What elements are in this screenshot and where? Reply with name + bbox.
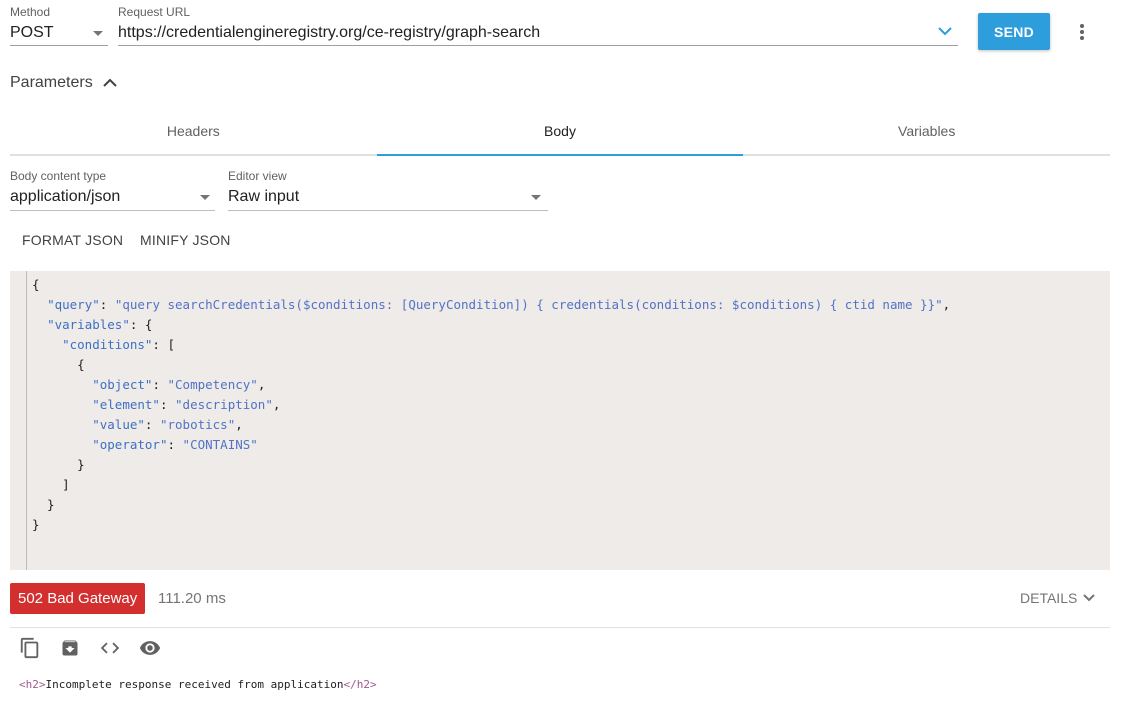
response-timing: 111.20 ms bbox=[158, 590, 226, 607]
dropdown-arrow-icon bbox=[93, 31, 103, 36]
json-code: { "query": "query searchCredentials($con… bbox=[32, 277, 951, 532]
method-value: POST bbox=[10, 24, 54, 41]
eye-icon[interactable] bbox=[138, 636, 162, 660]
tab-headers[interactable]: Headers bbox=[10, 108, 377, 154]
editor-gutter bbox=[26, 271, 27, 570]
details-button[interactable]: DETAILS bbox=[1020, 590, 1096, 606]
content-type-label: Body content type bbox=[10, 169, 107, 183]
tab-variables[interactable]: Variables bbox=[743, 108, 1110, 154]
response-body: <h2>Incomplete response received from ap… bbox=[19, 678, 377, 691]
content-type-select[interactable]: application/json bbox=[10, 183, 215, 211]
minify-json-button[interactable]: MINIFY JSON bbox=[140, 232, 231, 248]
send-button[interactable]: SEND bbox=[978, 13, 1050, 50]
dropdown-arrow-icon bbox=[200, 195, 210, 200]
more-options-button[interactable] bbox=[1068, 18, 1096, 46]
method-select[interactable]: POST bbox=[10, 20, 108, 46]
editor-view-select[interactable]: Raw input bbox=[228, 183, 548, 211]
code-icon[interactable] bbox=[98, 636, 122, 660]
url-value: https://credentialengineregistry.org/ce-… bbox=[118, 24, 541, 41]
parameters-toggle[interactable]: Parameters bbox=[10, 72, 117, 94]
url-input[interactable]: https://credentialengineregistry.org/ce-… bbox=[118, 20, 958, 46]
save-icon[interactable] bbox=[58, 636, 82, 660]
parameters-label: Parameters bbox=[10, 74, 93, 91]
tab-body[interactable]: Body bbox=[376, 108, 744, 156]
method-label: Method bbox=[10, 5, 51, 19]
editor-view-value: Raw input bbox=[228, 188, 300, 205]
content-type-value: application/json bbox=[10, 188, 121, 205]
parameters-tabs: Headers Body Variables bbox=[10, 108, 1110, 156]
format-json-button[interactable]: FORMAT JSON bbox=[22, 232, 123, 248]
response-divider bbox=[10, 627, 1110, 628]
body-editor[interactable]: { "query": "query searchCredentials($con… bbox=[10, 271, 1110, 570]
dropdown-arrow-icon bbox=[531, 195, 541, 200]
more-vert-icon bbox=[1080, 24, 1084, 40]
url-label: Request URL bbox=[118, 5, 191, 19]
editor-view-label: Editor view bbox=[228, 169, 287, 183]
chevron-up-icon bbox=[102, 78, 117, 87]
details-label: DETAILS bbox=[1020, 590, 1078, 606]
chevron-down-icon[interactable] bbox=[938, 26, 952, 36]
chevron-down-icon bbox=[1083, 594, 1096, 602]
status-badge: 502 Bad Gateway bbox=[10, 583, 146, 614]
copy-icon[interactable] bbox=[18, 636, 42, 660]
